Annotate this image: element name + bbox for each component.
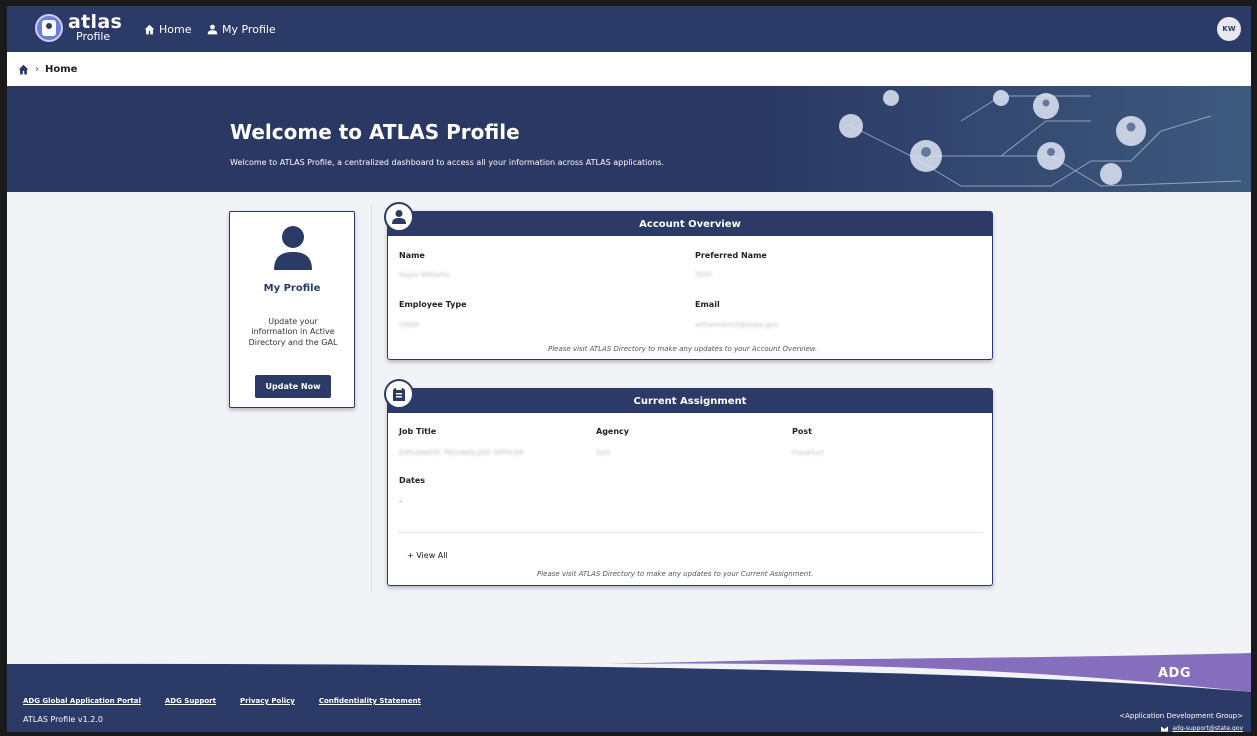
my-profile-card: My Profile Update your information in Ac…	[229, 211, 355, 408]
breadcrumb-current: Home	[45, 63, 78, 75]
job-title-label: Job Title	[399, 427, 437, 436]
adg-tagline: <Application Development Group>	[1119, 712, 1243, 720]
nav-my-profile-link[interactable]: My Profile	[207, 23, 276, 36]
envelope-icon	[1161, 725, 1169, 732]
preferred-name-label: Preferred Name	[695, 251, 767, 260]
welcome-banner: Welcome to ATLAS Profile Welcome to ATLA…	[7, 86, 1251, 192]
user-icon	[207, 24, 218, 35]
adg-email-link[interactable]: adg-support@state.gov	[1161, 725, 1243, 732]
account-overview-panel: Account Overview Name Kayla Williams Pre…	[384, 202, 993, 360]
employee-type-label: Employee Type	[399, 300, 467, 309]
employee-type-value: USDH	[399, 321, 420, 329]
home-icon	[144, 24, 155, 35]
clipboard-icon	[384, 379, 414, 409]
email-value: williamskm2@state.gov	[695, 321, 779, 329]
account-overview-header: Account Overview	[388, 212, 992, 236]
app-frame: atlas Profile Home My Profile KW › Home	[7, 6, 1251, 732]
page-subtitle: Welcome to ATLAS Profile, a centralized …	[230, 158, 665, 167]
footer-link-privacy[interactable]: Privacy Policy	[240, 697, 295, 705]
app-version: ATLAS Profile v1.2.0	[23, 715, 103, 724]
footer-link-support[interactable]: ADG Support	[165, 697, 216, 705]
person-icon	[274, 226, 312, 270]
preferred-name-value: TEST	[695, 271, 713, 279]
update-now-button[interactable]: Update Now	[255, 375, 331, 398]
footer: ADG Global Application Portal ADG Suppor…	[7, 652, 1251, 732]
footer-wave	[7, 652, 1251, 692]
atlas-profile-logo[interactable]: atlas Profile	[35, 13, 122, 42]
nav-home-link[interactable]: Home	[144, 23, 191, 36]
adg-logo: ADG	[1157, 666, 1191, 681]
job-title-value: DIPLOMATIC TECHNOLOGY OFFICER	[399, 449, 524, 457]
user-circle-icon	[384, 202, 414, 232]
atlas-badge-icon	[35, 13, 63, 42]
column-divider	[371, 206, 372, 592]
breadcrumb: › Home	[7, 52, 1251, 86]
user-avatar[interactable]: KW	[1217, 17, 1241, 41]
home-icon[interactable]	[18, 64, 29, 75]
page-title: Welcome to ATLAS Profile	[230, 120, 520, 144]
name-value: Kayla Williams	[399, 271, 450, 279]
nav-home-label: Home	[159, 23, 192, 36]
assignment-divider	[398, 532, 983, 533]
nav-my-profile-label: My Profile	[222, 23, 276, 36]
network-illustration	[761, 86, 1251, 192]
profile-card-title: My Profile	[263, 283, 321, 294]
profile-card-description: Update your information in Active Direct…	[248, 317, 338, 347]
post-value: Frankfurt	[792, 449, 824, 457]
footer-link-confidentiality[interactable]: Confidentiality Statement	[319, 697, 421, 705]
footer-link-portal[interactable]: ADG Global Application Portal	[23, 697, 141, 705]
account-overview-note: Please visit ATLAS Directory to make any…	[548, 345, 818, 353]
email-label: Email	[695, 300, 720, 309]
adg-email-text: adg-support@state.gov	[1172, 725, 1243, 732]
agency-label: Agency	[596, 427, 629, 436]
current-assignment-note: Please visit ATLAS Directory to make any…	[537, 570, 814, 578]
dates-value: -	[399, 497, 402, 506]
agency-value: SUS	[596, 449, 611, 457]
post-label: Post	[792, 427, 812, 436]
footer-links: ADG Global Application Portal ADG Suppor…	[23, 697, 421, 705]
current-assignment-panel: Current Assignment Job Title DIPLOMATIC …	[384, 379, 993, 586]
name-label: Name	[399, 251, 425, 260]
chevron-right-icon: ›	[35, 63, 39, 75]
view-all-link[interactable]: + View All	[407, 551, 448, 560]
top-navbar: atlas Profile Home My Profile KW	[7, 6, 1251, 52]
current-assignment-header: Current Assignment	[388, 389, 992, 413]
dates-label: Dates	[399, 476, 426, 485]
